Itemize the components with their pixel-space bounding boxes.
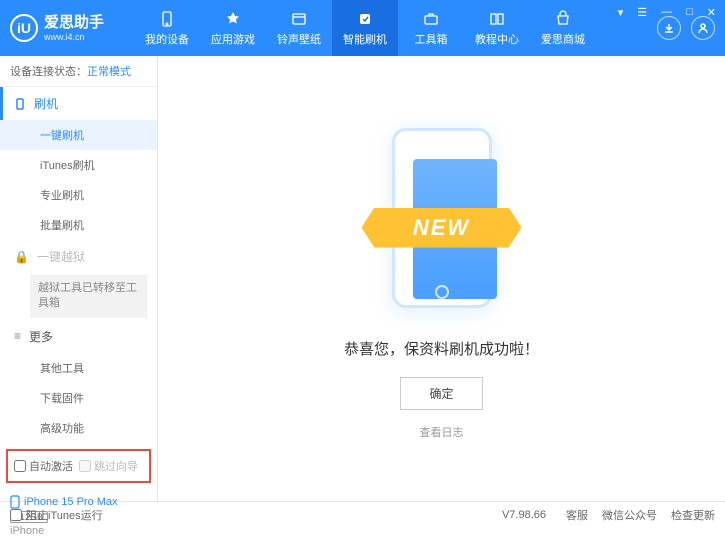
apps-icon xyxy=(224,10,242,28)
store-icon xyxy=(554,10,572,28)
connection-status: 设备连接状态：正常模式 xyxy=(0,56,157,87)
version-label: V7.98.66 xyxy=(502,509,546,521)
sidebar-item-othertools[interactable]: 其他工具 xyxy=(0,353,157,383)
minimize-icon[interactable]: — xyxy=(658,4,675,21)
sidebar-section-flash[interactable]: 刷机 xyxy=(0,87,157,120)
sidebar: 设备连接状态：正常模式 刷机 一键刷机 iTunes刷机 专业刷机 批量刷机 🔒… xyxy=(0,56,158,501)
window-controls: ▾ ☰ — □ ✕ xyxy=(615,4,719,21)
sidebar-item-itunes[interactable]: iTunes刷机 xyxy=(0,150,157,180)
footer-link-support[interactable]: 客服 xyxy=(566,507,588,523)
list-icon: ≡ xyxy=(14,329,21,343)
sidebar-item-pro[interactable]: 专业刷机 xyxy=(0,180,157,210)
nav-ringtones[interactable]: 铃声壁纸 xyxy=(266,0,332,56)
success-message: 恭喜您，保资料刷机成功啦！ xyxy=(344,338,539,359)
sidebar-item-advanced[interactable]: 高级功能 xyxy=(0,413,157,443)
new-ribbon: NEW xyxy=(362,208,522,248)
menu-icon[interactable]: ▾ xyxy=(615,4,627,21)
app-logo: iU 爱思助手 www.i4.cn xyxy=(10,14,104,43)
jailbreak-note: 越狱工具已转移至工具箱 xyxy=(30,275,147,318)
sidebar-item-oneclick[interactable]: 一键刷机 xyxy=(0,120,157,150)
toolbox-icon xyxy=(422,10,440,28)
nav-store[interactable]: 爱思商城 xyxy=(530,0,596,56)
nav-apps[interactable]: 应用游戏 xyxy=(200,0,266,56)
footer-link-update[interactable]: 检查更新 xyxy=(671,507,715,523)
app-subtitle: www.i4.cn xyxy=(44,32,104,43)
sidebar-section-jailbreak: 🔒 一键越狱 xyxy=(0,240,157,273)
activation-options: 自动激活 跳过向导 xyxy=(6,449,151,483)
close-icon[interactable]: ✕ xyxy=(704,4,719,21)
device-icon xyxy=(158,10,176,28)
titlebar: ▾ ☰ — □ ✕ iU 爱思助手 www.i4.cn 我的设备 应用游戏 铃声… xyxy=(0,0,725,56)
main-content: NEW 恭喜您，保资料刷机成功啦！ 确定 查看日志 xyxy=(158,56,725,501)
sidebar-item-batch[interactable]: 批量刷机 xyxy=(0,210,157,240)
nav-my-device[interactable]: 我的设备 xyxy=(134,0,200,56)
success-illustration: NEW xyxy=(382,118,502,318)
app-title: 爱思助手 xyxy=(44,14,104,32)
checkbox-auto-activate[interactable]: 自动激活 xyxy=(14,458,73,474)
nav-toolbox[interactable]: 工具箱 xyxy=(398,0,464,56)
view-log-link[interactable]: 查看日志 xyxy=(420,424,464,440)
maximize-icon[interactable]: □ xyxy=(683,4,696,21)
flash-icon xyxy=(356,10,374,28)
checkbox-skip-guide[interactable]: 跳过向导 xyxy=(79,458,138,474)
nav-flash[interactable]: 智能刷机 xyxy=(332,0,398,56)
phone-icon xyxy=(14,98,26,110)
sidebar-section-more[interactable]: ≡ 更多 xyxy=(0,320,157,353)
footer-link-wechat[interactable]: 微信公众号 xyxy=(602,507,657,523)
checkbox-block-itunes[interactable]: 阻止iTunes运行 xyxy=(10,507,103,523)
nav-tutorials[interactable]: 教程中心 xyxy=(464,0,530,56)
sidebar-item-download-firmware[interactable]: 下载固件 xyxy=(0,383,157,413)
confirm-button[interactable]: 确定 xyxy=(400,377,482,410)
main-nav: 我的设备 应用游戏 铃声壁纸 智能刷机 工具箱 教程中心 爱思商城 xyxy=(134,0,596,56)
lock-icon: 🔒 xyxy=(14,250,29,264)
book-icon xyxy=(488,10,506,28)
pin-icon[interactable]: ☰ xyxy=(634,4,650,21)
media-icon xyxy=(290,10,308,28)
logo-icon: iU xyxy=(10,14,38,42)
